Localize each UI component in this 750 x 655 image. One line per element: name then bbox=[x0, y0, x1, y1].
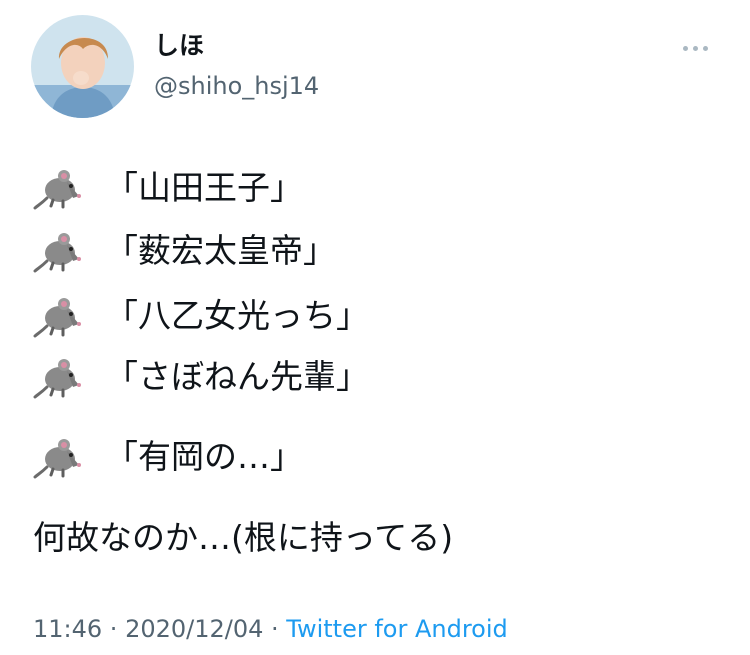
rat-emoji-icon bbox=[33, 294, 81, 338]
rat-emoji-icon bbox=[33, 166, 81, 210]
author-name[interactable]: しほ bbox=[154, 30, 204, 62]
tweet-source-link[interactable]: Twitter for Android bbox=[286, 615, 507, 643]
rat-emoji-icon bbox=[33, 355, 81, 399]
tweet-closing-text: 何故なのか…(根に持ってる) bbox=[33, 518, 454, 557]
tweet-line: 「薮宏太皇帝」 bbox=[33, 227, 336, 275]
tweet-line-text: 「有岡の…」 bbox=[105, 437, 303, 476]
rat-emoji-icon bbox=[33, 435, 81, 479]
avatar[interactable] bbox=[31, 15, 134, 118]
more-options-icon[interactable] bbox=[683, 38, 717, 58]
tweet-line-text: 「山田王子」 bbox=[105, 168, 303, 207]
tweet-line-text: 「薮宏太皇帝」 bbox=[105, 231, 336, 270]
meta-separator: · bbox=[263, 615, 287, 643]
tweet-line: 「さぼねん先輩」 bbox=[33, 353, 369, 401]
author-handle[interactable]: @shiho_hsj14 bbox=[154, 70, 319, 102]
meta-separator: · bbox=[102, 615, 126, 643]
tweet-time[interactable]: 11:46 bbox=[33, 615, 102, 643]
tweet-line-text: 「八乙女光っち」 bbox=[105, 296, 369, 335]
avatar-image bbox=[31, 15, 134, 118]
tweet-line: 「八乙女光っち」 bbox=[33, 292, 369, 340]
tweet-line: 「有岡の…」 bbox=[33, 433, 303, 481]
tweet-line-text: 「さぼねん先輩」 bbox=[105, 357, 369, 396]
tweet-meta: 11:46 · 2020/12/04 · Twitter for Android bbox=[33, 612, 508, 646]
tweet-line: 「山田王子」 bbox=[33, 164, 303, 212]
tweet-date[interactable]: 2020/12/04 bbox=[125, 615, 263, 643]
rat-emoji-icon bbox=[33, 229, 81, 273]
